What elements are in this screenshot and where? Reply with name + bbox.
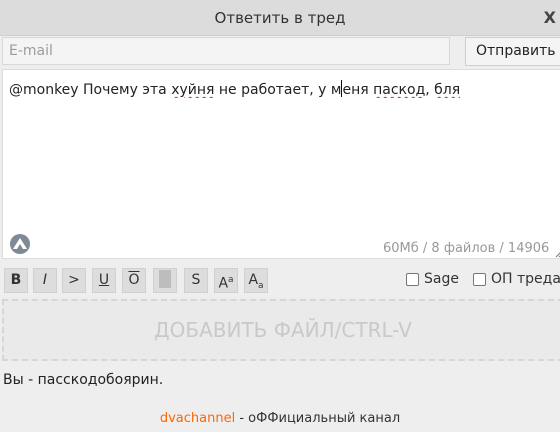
comment-misspelled-word: паскод [373,82,426,98]
channel-link[interactable]: dvachannel [160,411,235,426]
email-row: Отправить [0,37,560,67]
superscript-button[interactable]: Aa [214,268,238,293]
comment-part: , [425,82,435,98]
dialog-title: Ответить в тред [214,9,346,27]
underline-button[interactable]: U [92,268,116,293]
superscript-small: a [228,275,234,285]
comment-textarea[interactable]: @monkey Почему эта хуйня не работает, у … [2,69,560,259]
upload-limits: 60Мб / 8 файлов / 14906 [383,241,550,256]
subscript-small: a [258,280,264,291]
op-checkbox[interactable] [473,272,486,286]
bold-button[interactable]: B [4,268,28,293]
footer-text: - оФФициальный канал [235,411,401,426]
comment-misspelled-word: хуйня [171,82,215,98]
dialog-titlebar[interactable]: Ответить в тред X [0,0,560,36]
comment-part: не работает, у м [214,82,342,98]
file-dropzone[interactable]: ДОБАВИТЬ ФАЙЛ/CTRL-V [2,299,560,361]
markup-toolbar: B I > U O S Aa Aa Sage ОП треда [0,268,560,296]
superscript-base: A [218,275,229,292]
op-label: ОП треда [491,271,560,287]
comment-misspelled-word: бля [434,82,461,98]
strikethrough-button[interactable]: S [184,268,208,293]
sage-checkbox[interactable] [406,272,419,286]
italic-button[interactable]: I [33,268,57,293]
subscript-base: A [248,272,259,288]
spoiler-button[interactable] [153,268,177,293]
comment-part: еня [342,82,374,98]
send-button[interactable]: Отправить [465,37,560,66]
email-field[interactable] [2,37,450,65]
subscript-button[interactable]: Aa [244,268,268,293]
overline-button[interactable]: O [122,268,146,293]
resize-grip-icon[interactable] [555,250,560,258]
quote-button[interactable]: > [62,268,86,293]
op-option[interactable]: ОП треда [473,271,560,287]
passcode-status: Вы - пасскодобоярин. [3,372,164,388]
close-icon[interactable]: X [544,8,556,27]
comment-part: @monkey Почему эта [9,82,172,98]
sage-label: Sage [424,271,459,287]
footer: dvachannel - оФФициальный канал [0,405,560,432]
sage-option[interactable]: Sage [406,271,459,287]
spoiler-swatch [159,270,171,288]
attach-logo-icon[interactable] [9,233,31,255]
comment-text: @monkey Почему эта хуйня не работает, у … [9,80,553,98]
